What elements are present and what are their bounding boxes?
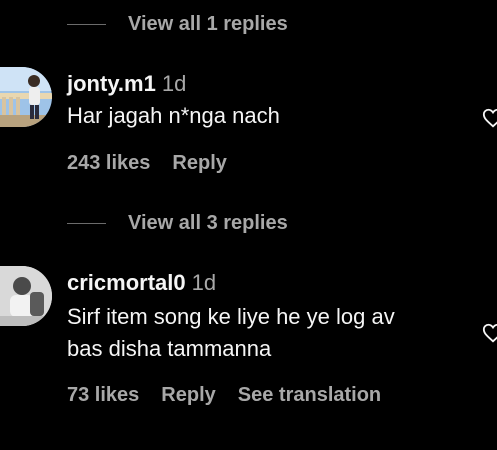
view-replies-label: View all 1 replies (128, 12, 288, 35)
comment-header: cricmortal0 1d (67, 270, 216, 296)
view-replies-button[interactable]: View all 3 replies (67, 208, 288, 238)
avatar-photo-icon (0, 266, 52, 326)
heart-icon[interactable] (482, 107, 497, 129)
likes-count[interactable]: 73 likes (67, 384, 139, 407)
see-translation-button[interactable]: See translation (238, 384, 381, 407)
view-replies-label: View all 3 replies (128, 211, 288, 234)
comment-text: Sirf item song ke liye he ye log av bas … (67, 301, 467, 365)
comment-actions: 243 likes Reply (67, 152, 227, 175)
timestamp: 1d (191, 270, 217, 295)
reply-divider-line (67, 222, 106, 224)
view-replies-button[interactable]: View all 1 replies (67, 9, 288, 39)
reply-divider-line (67, 23, 106, 25)
username[interactable]: jonty.m1 (67, 71, 156, 96)
comment-line: Sirf item song ke liye he ye log av (67, 304, 395, 329)
timestamp: 1d (161, 71, 187, 96)
heart-icon[interactable] (482, 322, 497, 344)
reply-button[interactable]: Reply (172, 152, 226, 175)
avatar-photo-icon (0, 67, 52, 127)
comment-line: Har jagah n*nga nach (67, 103, 280, 128)
reply-button[interactable]: Reply (161, 384, 215, 407)
avatar[interactable] (0, 67, 52, 127)
comment-line: bas disha tammanna (67, 336, 272, 361)
username[interactable]: cricmortal0 (67, 270, 186, 295)
comment-header: jonty.m1 1d (67, 71, 186, 97)
avatar[interactable] (0, 266, 52, 326)
comment-actions: 73 likes Reply See translation (67, 384, 381, 407)
comment-text: Har jagah n*nga nach (67, 100, 467, 132)
likes-count[interactable]: 243 likes (67, 152, 150, 175)
